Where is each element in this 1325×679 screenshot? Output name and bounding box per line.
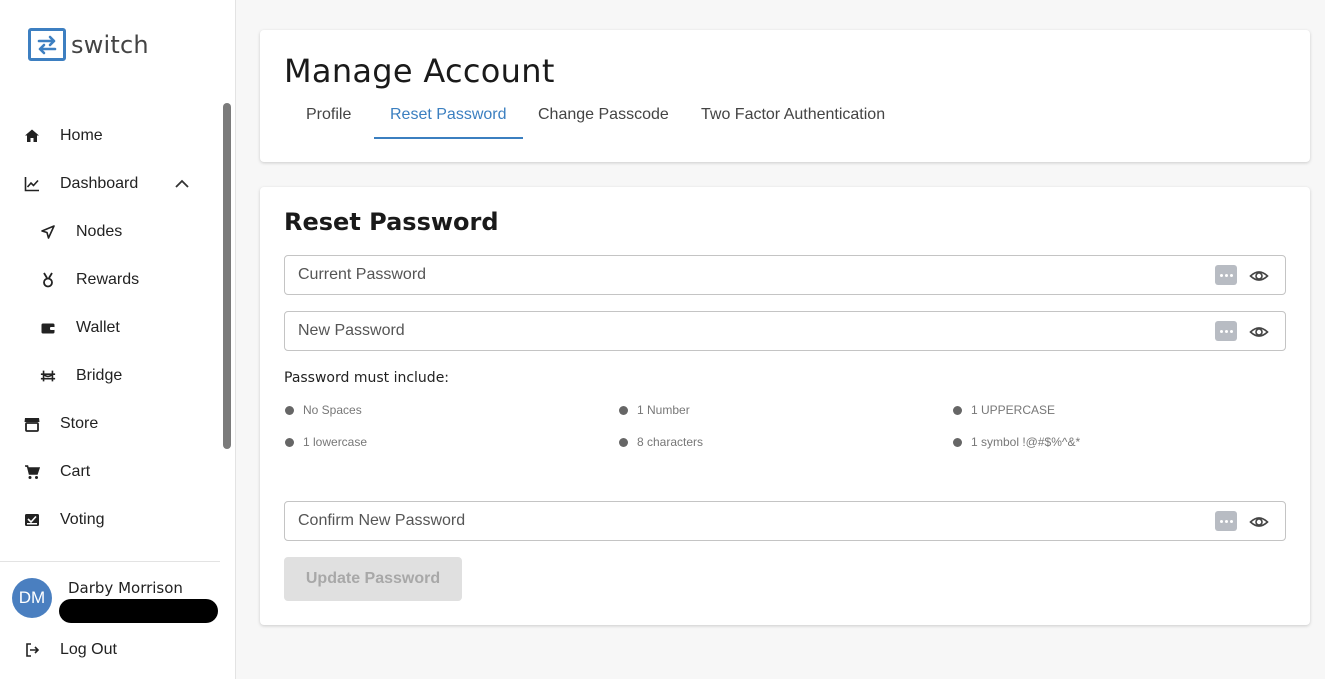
password-manager-icon[interactable] bbox=[1215, 321, 1237, 341]
wallet-icon bbox=[40, 320, 56, 336]
logout-label: Log Out bbox=[60, 641, 117, 658]
confirm-password-input[interactable] bbox=[285, 502, 1285, 540]
bullet-icon bbox=[285, 405, 294, 415]
password-rule: 1 symbol !@#$%^&* bbox=[953, 435, 1080, 449]
new-password-field[interactable]: New Password bbox=[284, 311, 1286, 351]
user-name: Darby Morrison bbox=[68, 579, 183, 597]
password-manager-icon[interactable] bbox=[1215, 511, 1237, 531]
sidebar-item-store[interactable]: Store bbox=[0, 404, 220, 444]
confirm-password-field[interactable]: Confirm New Password bbox=[284, 501, 1286, 541]
password-manager-icon[interactable] bbox=[1215, 265, 1237, 285]
sidebar-item-label: Dashboard bbox=[60, 175, 139, 192]
password-rule-text: 1 Number bbox=[637, 403, 690, 417]
current-password-input[interactable] bbox=[285, 256, 1285, 294]
brand-logo[interactable]: switch bbox=[28, 28, 149, 61]
eye-icon[interactable] bbox=[1249, 322, 1269, 342]
tab-change-passcode[interactable]: Change Passcode bbox=[538, 102, 669, 139]
cart-icon bbox=[24, 464, 40, 480]
sidebar-item-wallet[interactable]: Wallet bbox=[0, 308, 220, 348]
home-icon bbox=[24, 128, 40, 144]
password-rule: 1 lowercase bbox=[285, 435, 367, 449]
password-rule-text: 1 UPPERCASE bbox=[971, 403, 1056, 417]
sidebar-divider bbox=[0, 561, 220, 562]
tab-two-factor-authentication[interactable]: Two Factor Authentication bbox=[701, 102, 885, 139]
sidebar-item-label: Nodes bbox=[76, 223, 123, 240]
sidebar-item-label: Wallet bbox=[76, 319, 120, 336]
store-icon bbox=[24, 416, 40, 432]
bullet-icon bbox=[953, 437, 962, 447]
switch-logo-icon bbox=[28, 28, 66, 61]
password-rule-text: 1 lowercase bbox=[303, 435, 368, 449]
sidebar-item-rewards[interactable]: Rewards bbox=[0, 260, 220, 300]
section-title: Reset Password bbox=[284, 208, 499, 236]
tab-reset-password[interactable]: Reset Password bbox=[390, 102, 507, 139]
sidebar-item-label: Rewards bbox=[76, 271, 140, 288]
sidebar-scrollbar[interactable] bbox=[223, 103, 231, 449]
update-password-button[interactable]: Update Password bbox=[284, 557, 462, 601]
password-rule-text: No Spaces bbox=[303, 403, 362, 417]
sidebar-item-label: Store bbox=[60, 415, 99, 432]
bullet-icon bbox=[619, 437, 628, 447]
send-icon bbox=[40, 224, 56, 240]
password-rule: No Spaces bbox=[285, 403, 362, 417]
sidebar-item-label: Bridge bbox=[76, 367, 123, 384]
sidebar: switch Home Dashboard Nodes Rewards Wall… bbox=[0, 0, 236, 679]
redacted-email bbox=[59, 599, 218, 623]
password-rule: 1 UPPERCASE bbox=[953, 403, 1055, 417]
sidebar-item-cart[interactable]: Cart bbox=[0, 452, 220, 492]
brand-name: switch bbox=[71, 30, 149, 59]
sidebar-item-home[interactable]: Home bbox=[0, 116, 220, 156]
avatar[interactable]: DM bbox=[12, 578, 52, 618]
bullet-icon bbox=[619, 405, 628, 415]
ballot-icon bbox=[24, 512, 40, 528]
sidebar-item-label: Home bbox=[60, 127, 103, 144]
page-title: Manage Account bbox=[284, 52, 555, 90]
chevron-up-icon[interactable] bbox=[174, 176, 190, 192]
chart-line-icon bbox=[24, 176, 40, 192]
bridge-icon bbox=[40, 368, 56, 384]
eye-icon[interactable] bbox=[1249, 266, 1269, 286]
sidebar-item-nodes[interactable]: Nodes bbox=[0, 212, 220, 252]
tab-profile[interactable]: Profile bbox=[306, 102, 351, 139]
new-password-input[interactable] bbox=[285, 312, 1285, 350]
current-password-field[interactable]: Current Password bbox=[284, 255, 1286, 295]
password-rule-text: 8 characters bbox=[637, 435, 704, 449]
sidebar-item-label: Cart bbox=[60, 463, 91, 480]
sidebar-item-label: Voting bbox=[60, 511, 105, 528]
sidebar-item-bridge[interactable]: Bridge bbox=[0, 356, 220, 396]
manage-account-header: Manage Account Profile Reset Password Ch… bbox=[260, 30, 1310, 162]
password-rule: 1 Number bbox=[619, 403, 690, 417]
active-tab-indicator bbox=[374, 137, 523, 139]
logout-icon bbox=[24, 642, 40, 658]
password-rules-title: Password must include: bbox=[284, 370, 450, 386]
eye-icon[interactable] bbox=[1249, 512, 1269, 532]
sidebar-item-voting[interactable]: Voting bbox=[0, 500, 220, 540]
sidebar-item-dashboard[interactable]: Dashboard bbox=[0, 164, 220, 204]
medal-icon bbox=[40, 272, 56, 288]
password-rule-text: 1 symbol !@#$%^&* bbox=[971, 435, 1081, 449]
bullet-icon bbox=[285, 437, 294, 447]
logout-button[interactable]: Log Out bbox=[0, 630, 220, 670]
reset-password-form: Reset Password Current Password New Pass… bbox=[260, 187, 1310, 625]
bullet-icon bbox=[953, 405, 962, 415]
password-rule: 8 characters bbox=[619, 435, 703, 449]
